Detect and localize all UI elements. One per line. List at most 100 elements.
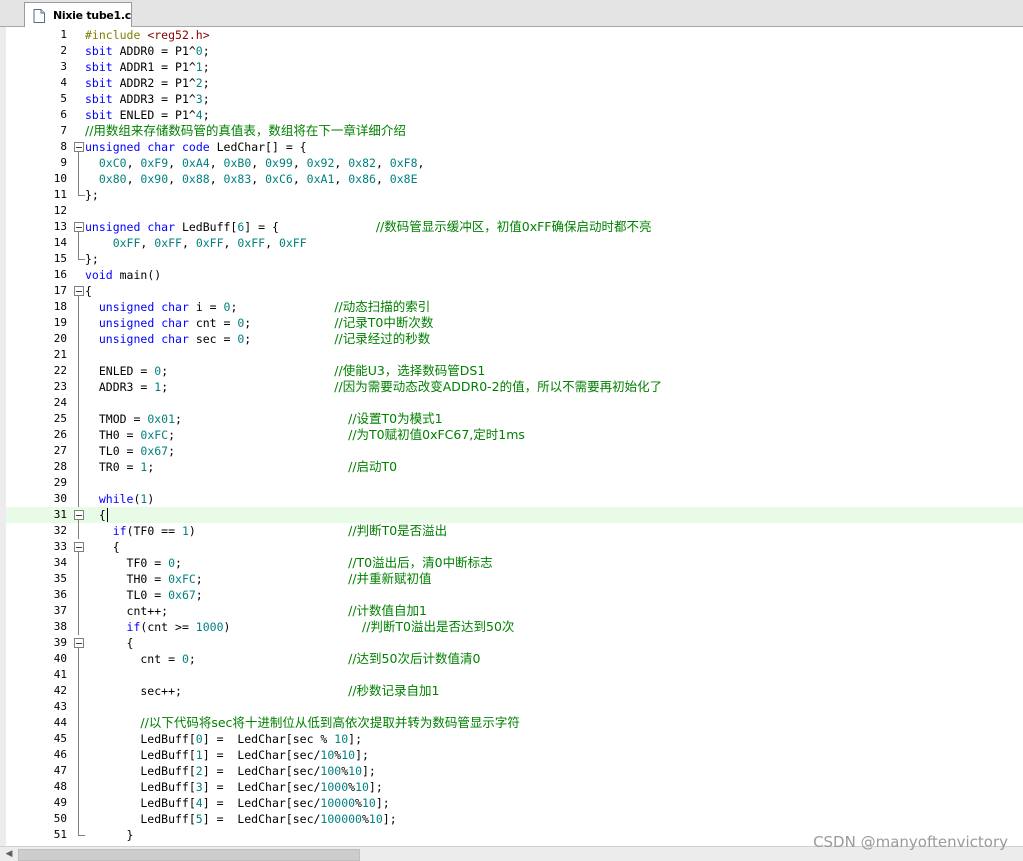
code-line[interactable]: 37 cnt++; //计数值自加1 [6,603,1023,619]
file-tab[interactable]: Nixie tube1.c [24,2,132,27]
collapse-icon[interactable] [74,510,84,520]
code-line[interactable]: 42 sec++; //秒数记录自加1 [6,683,1023,699]
fold-gutter [73,667,85,683]
code-line[interactable]: 45 LedBuff[0] = LedChar[sec % 10]; [6,731,1023,747]
code-line[interactable]: 24 [6,395,1023,411]
file-tab-bar: Nixie tube1.c [0,0,1023,27]
fold-line [78,171,79,187]
code-line[interactable]: 12 [6,203,1023,219]
code-line[interactable]: 40 cnt = 0; //达到50次后计数值清0 [6,651,1023,667]
code-line[interactable]: 28 TR0 = 1; //启动T0 [6,459,1023,475]
fold-line [78,443,79,459]
code-line[interactable]: 44 //以下代码将sec将十进制位从低到高依次提取并转为数码管显示字符 [6,715,1023,731]
code-editor[interactable]: 1 #include <reg52.h> 2 sbit ADDR0 = P1^0; 3 s… [0,27,1023,846]
code-line[interactable]: 25 TMOD = 0x01; //设置T0为模式1 [6,411,1023,427]
line-number: 7 [60,124,67,137]
fold-gutter [73,251,85,267]
fold-gutter [73,731,85,747]
fold-gutter [73,587,85,603]
code-line[interactable]: 29 [6,475,1023,491]
fold-gutter [73,27,85,43]
fold-line [78,315,79,331]
line-number: 37 [53,604,67,617]
code-line[interactable]: 43 [6,699,1023,715]
collapse-icon[interactable] [74,286,84,296]
code-text: unsigned char cnt = 0; //记录T0中断次数 [98,315,434,330]
line-number: 19 [53,316,67,329]
scrollbar-thumb[interactable] [18,849,360,861]
code-line[interactable]: 11}; [6,187,1023,203]
fold-end-marker [78,187,85,196]
line-number: 38 [53,620,67,633]
code-line[interactable]: 4 sbit ADDR2 = P1^2; [6,75,1023,91]
code-line[interactable]: 39 { [6,635,1023,651]
line-number: 10 [53,172,67,185]
code-line[interactable]: 36 TL0 = 0x67; [6,587,1023,603]
code-line[interactable]: 6 sbit ENLED = P1^4; [6,107,1023,123]
line-number: 41 [53,668,67,681]
fold-line [78,299,79,315]
code-line[interactable]: 48 LedBuff[3] = LedChar[sec/1000%10]; [6,779,1023,795]
code-line[interactable]: 23 ADDR3 = 1; //因为需要动态改变ADDR0-2的值，所以不需要再… [6,379,1023,395]
collapse-icon[interactable] [74,638,84,648]
code-line[interactable]: 7 //用数组来存储数码管的真值表，数组将在下一章详细介绍 [6,123,1023,139]
code-line[interactable]: 20 unsigned char sec = 0; //记录经过的秒数 [6,331,1023,347]
line-number: 48 [53,780,67,793]
code-text: 0xFF, 0xFF, 0xFF, 0xFF, 0xFF [112,236,307,250]
line-number: 15 [53,252,67,265]
code-line[interactable]: 49 LedBuff[4] = LedChar[sec/10000%10]; [6,795,1023,811]
collapse-icon[interactable] [74,542,84,552]
code-line[interactable]: 15}; [6,251,1023,267]
code-line[interactable]: 34 TF0 = 0; //T0溢出后，清0中断标志 [6,555,1023,571]
code-line[interactable]: 2 sbit ADDR0 = P1^0; [6,43,1023,59]
fold-line [78,587,79,603]
fold-line [78,379,79,395]
code-line[interactable]: 50 LedBuff[5] = LedChar[sec/100000%10]; [6,811,1023,827]
code-line[interactable]: 8 unsigned char code LedChar[] = { [6,139,1023,155]
line-number: 24 [53,396,67,409]
code-text: sbit ADDR1 = P1^1; [85,60,210,74]
code-line[interactable]: 41 [6,667,1023,683]
code-line[interactable]: 16 void main() [6,267,1023,283]
code-line[interactable]: 13 unsigned char LedBuff[6] = { //数码管显示缓冲… [6,219,1023,235]
code-line[interactable]: 1 #include <reg52.h> [6,27,1023,43]
line-number: 28 [53,460,67,473]
fold-line [78,363,79,379]
line-number: 2 [60,44,67,57]
code-line[interactable]: 18 unsigned char i = 0; //动态扫描的索引 [6,299,1023,315]
code-line[interactable]: 22 ENLED = 0; //使能U3，选择数码管DS1 [6,363,1023,379]
code-line[interactable]: 35 TH0 = 0xFC; //并重新赋初值 [6,571,1023,587]
code-line[interactable]: 31 { [6,507,1023,523]
code-line[interactable]: 32 if(TF0 == 1) //判断T0是否溢出 [6,523,1023,539]
code-line[interactable]: 30 while(1) [6,491,1023,507]
code-text: }; [85,188,99,202]
fold-line [78,555,79,571]
code-line[interactable]: 21 [6,347,1023,363]
code-line[interactable]: 14 0xFF, 0xFF, 0xFF, 0xFF, 0xFF [6,235,1023,251]
fold-gutter [73,203,85,219]
fold-gutter [73,91,85,107]
line-number: 4 [60,76,67,89]
collapse-icon[interactable] [74,142,84,152]
code-line[interactable]: 38 if(cnt >= 1000) //判断T0溢出是否达到50次 [6,619,1023,635]
code-line[interactable]: 17 { [6,283,1023,299]
code-line[interactable]: 5 sbit ADDR3 = P1^3; [6,91,1023,107]
collapse-icon[interactable] [74,222,84,232]
fold-gutter [73,43,85,59]
code-line[interactable]: 19 unsigned char cnt = 0; //记录T0中断次数 [6,315,1023,331]
code-line[interactable]: 26 TH0 = 0xFC; //为T0赋初值0xFC67,定时1ms [6,427,1023,443]
code-line[interactable]: 3 sbit ADDR1 = P1^1; [6,59,1023,75]
fold-line [78,411,79,427]
code-line[interactable]: 46 LedBuff[1] = LedChar[sec/10%10]; [6,747,1023,763]
code-line[interactable]: 47 LedBuff[2] = LedChar[sec/100%10]; [6,763,1023,779]
fold-gutter [73,763,85,779]
code-line[interactable]: 9 0xC0, 0xF9, 0xA4, 0xB0, 0x99, 0x92, 0x… [6,155,1023,171]
code-line[interactable]: 27 TL0 = 0x67; [6,443,1023,459]
line-number: 13 [53,220,67,233]
scroll-left-icon[interactable]: ◀ [2,848,16,860]
fold-line [78,619,79,635]
code-line[interactable]: 33 { [6,539,1023,555]
code-line[interactable]: 10 0x80, 0x90, 0x88, 0x83, 0xC6, 0xA1, 0… [6,171,1023,187]
fold-gutter [73,299,85,315]
fold-gutter [73,539,85,555]
